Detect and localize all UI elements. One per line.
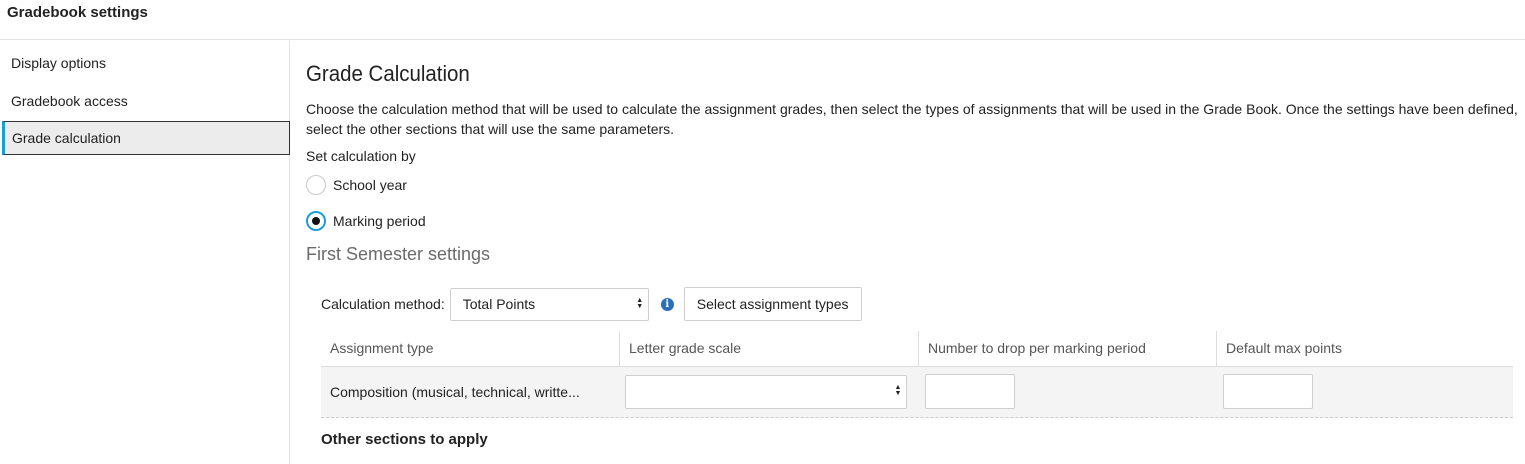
column-header-default-max-points: Default max points bbox=[1216, 331, 1513, 366]
set-calculation-label: Set calculation by bbox=[306, 148, 416, 164]
assignment-type-name: Composition (musical, technical, writte.… bbox=[330, 384, 580, 400]
calculation-method-row: Calculation method: Total Points ▲ ▼ i Se… bbox=[321, 287, 862, 321]
assignment-type-cell: Composition (musical, technical, writte.… bbox=[321, 367, 619, 419]
page-title: Gradebook settings bbox=[7, 4, 148, 21]
letter-grade-scale-cell: ▲ ▼ bbox=[619, 367, 918, 419]
number-to-drop-cell bbox=[918, 367, 1216, 419]
info-icon[interactable]: i bbox=[660, 297, 674, 311]
radio-option-marking-period[interactable]: Marking period bbox=[306, 210, 426, 232]
radio-label: Marking period bbox=[333, 213, 426, 229]
sidebar-item-grade-calculation[interactable]: Grade calculation bbox=[2, 121, 290, 155]
semester-heading: First Semester settings bbox=[306, 244, 491, 264]
radio-option-school-year[interactable]: School year bbox=[306, 174, 407, 196]
other-sections-label: Other sections to apply bbox=[321, 431, 488, 448]
table-row: Composition (musical, technical, writte.… bbox=[321, 366, 1513, 418]
header-bar: Gradebook settings bbox=[0, 0, 1525, 40]
radio-label: School year bbox=[333, 177, 407, 193]
main-content: Grade Calculation Choose the calculation… bbox=[306, 41, 1521, 464]
sidebar-item-display-options[interactable]: Display options bbox=[2, 46, 290, 80]
radio-button[interactable] bbox=[306, 175, 326, 195]
radio-button-selected[interactable] bbox=[306, 211, 326, 231]
calculation-method-value: Total Points bbox=[462, 295, 536, 312]
default-max-points-input[interactable] bbox=[1223, 374, 1313, 409]
column-header-assignment-type: Assignment type bbox=[330, 340, 434, 356]
column-header-number-to-drop: Number to drop per marking period bbox=[918, 331, 1216, 366]
column-header-letter-grade-scale: Letter grade scale bbox=[619, 331, 918, 366]
calculation-method-select[interactable]: Total Points ▲ ▼ bbox=[449, 287, 649, 321]
number-to-drop-input[interactable] bbox=[925, 374, 1015, 409]
sidebar-item-gradebook-access[interactable]: Gradebook access bbox=[2, 84, 290, 118]
select-arrows-icon: ▲ ▼ bbox=[894, 384, 902, 397]
sidebar: Display options Gradebook access Grade c… bbox=[0, 41, 290, 464]
section-heading: Grade Calculation bbox=[306, 61, 470, 86]
calculation-method-label: Calculation method: bbox=[321, 296, 445, 312]
table-header: Assignment type Letter grade scale Numbe… bbox=[321, 331, 1513, 366]
select-arrows-icon: ▲ ▼ bbox=[636, 296, 644, 310]
default-max-points-cell bbox=[1216, 367, 1513, 419]
description-text: Choose the calculation method that will … bbox=[306, 101, 1518, 137]
select-assignment-types-button[interactable]: Select assignment types bbox=[683, 287, 862, 321]
letter-grade-scale-select[interactable]: ▲ ▼ bbox=[625, 375, 907, 409]
